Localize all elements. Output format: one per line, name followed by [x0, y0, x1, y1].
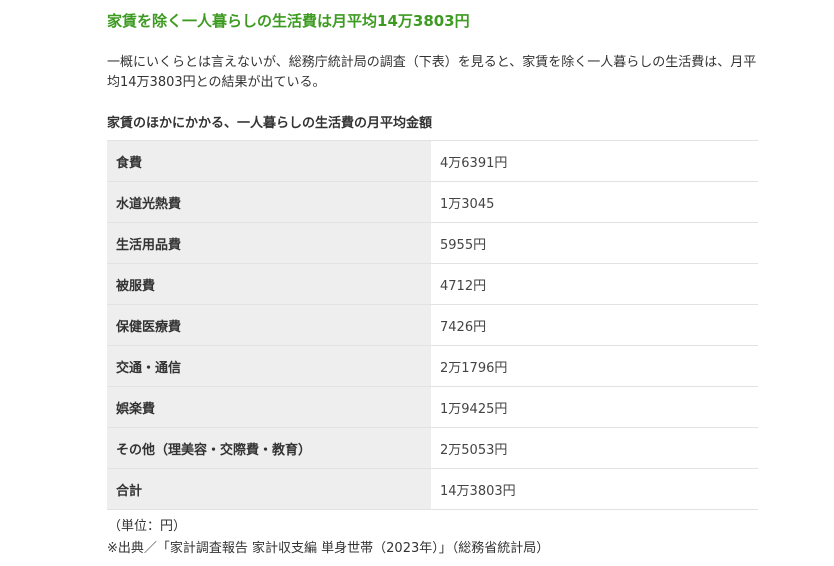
table-row: 保健医療費 7426円 [107, 304, 758, 346]
row-value-entertainment: 1万9425円 [431, 386, 758, 428]
row-value-utilities: 1万3045 [431, 181, 758, 223]
row-value-household-goods: 5955円 [431, 222, 758, 264]
table-row: 娯楽費 1万9425円 [107, 386, 758, 428]
row-label-food: 食費 [107, 140, 431, 182]
row-label-entertainment: 娯楽費 [107, 386, 431, 428]
table-row: 被服費 4712円 [107, 263, 758, 305]
row-label-other: その他（理美容・交際費・教育） [107, 427, 431, 469]
table-row: 交通・通信 2万1796円 [107, 345, 758, 387]
row-value-healthcare: 7426円 [431, 304, 758, 346]
row-label-healthcare: 保健医療費 [107, 304, 431, 346]
source-note: ※出典／「家計調査報告 家計収支編 単身世帯（2023年）」（総務省統計局） [107, 541, 550, 556]
table-row: 水道光熱費 1万3045 [107, 181, 758, 223]
table-title: 家賃のほかにかかる、一人暮らしの生活費の月平均金額 [107, 116, 433, 131]
table-row: 生活用品費 5955円 [107, 222, 758, 264]
row-label-household-goods: 生活用品費 [107, 222, 431, 264]
table-row: 食費 4万6391円 [107, 140, 758, 182]
section-heading: 家賃を除く一人暮らしの生活費は月平均14万3803円 [107, 12, 470, 30]
row-value-food: 4万6391円 [431, 140, 758, 182]
row-label-total: 合計 [107, 468, 431, 510]
unit-note: （単位：円） [108, 519, 187, 534]
row-value-clothing: 4712円 [431, 263, 758, 305]
row-label-clothing: 被服費 [107, 263, 431, 305]
row-label-utilities: 水道光熱費 [107, 181, 431, 223]
row-value-other: 2万5053円 [431, 427, 758, 469]
row-value-transport: 2万1796円 [431, 345, 758, 387]
intro-paragraph: 一概にいくらとは言えないが、総務庁統計局の調査（下表）を見ると、家賃を除く一人暮… [107, 55, 757, 90]
row-label-transport: 交通・通信 [107, 345, 431, 387]
table-row: 合計 14万3803円 [107, 468, 758, 510]
living-cost-table: 食費 4万6391円 水道光熱費 1万3045 生活用品費 5955円 被服費 … [107, 140, 758, 510]
row-value-total: 14万3803円 [431, 468, 758, 510]
table-row: その他（理美容・交際費・教育） 2万5053円 [107, 427, 758, 469]
